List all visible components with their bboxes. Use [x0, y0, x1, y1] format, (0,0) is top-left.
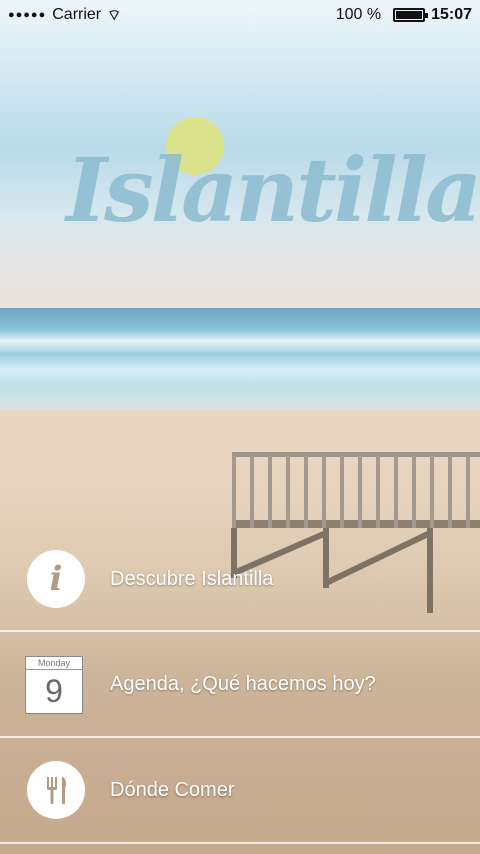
- wifi-icon: ⌔: [107, 6, 122, 24]
- carrier-label: Carrier: [52, 6, 102, 23]
- status-left: ●●●●● Carrier ⌔: [8, 6, 121, 25]
- sea-background: [0, 308, 480, 418]
- main-menu: i Descubre Islantilla Monday 9 Agenda, ¿…: [0, 528, 480, 844]
- menu-item-label: Dónde Comer: [110, 778, 235, 801]
- status-bar: ●●●●● Carrier ⌔ 100 % 15:07: [0, 0, 480, 30]
- info-icon-glyph: i: [49, 559, 63, 599]
- menu-item-descubre[interactable]: i Descubre Islantilla: [0, 528, 480, 632]
- menu-item-label: Agenda, ¿Qué hacemos hoy?: [110, 672, 376, 695]
- app-screen: Islantilla ●●●●● Carrier ⌔ 100 % 15:07 i…: [0, 0, 480, 854]
- clock-time: 15:07: [431, 6, 472, 23]
- fork-knife-icon-svg: [47, 777, 66, 804]
- signal-strength-icon: ●●●●●: [8, 9, 47, 21]
- battery-percent: 100 %: [335, 6, 382, 23]
- menu-item-agenda[interactable]: Monday 9 Agenda, ¿Qué hacemos hoy?: [0, 632, 480, 738]
- calendar-icon: Monday 9: [25, 656, 83, 714]
- calendar-day-label: Monday: [26, 657, 82, 670]
- info-icon: i: [27, 550, 85, 608]
- battery-fill: [396, 11, 423, 19]
- calendar-day-number: 9: [45, 673, 63, 709]
- fork-knife-icon: [27, 761, 85, 819]
- battery-icon: [393, 8, 429, 22]
- menu-item-label: Descubre Islantilla: [110, 567, 274, 590]
- menu-item-donde-comer[interactable]: Dónde Comer: [0, 738, 480, 844]
- status-right: 100 % 15:07: [336, 6, 472, 24]
- app-logo: Islantilla: [66, 138, 480, 242]
